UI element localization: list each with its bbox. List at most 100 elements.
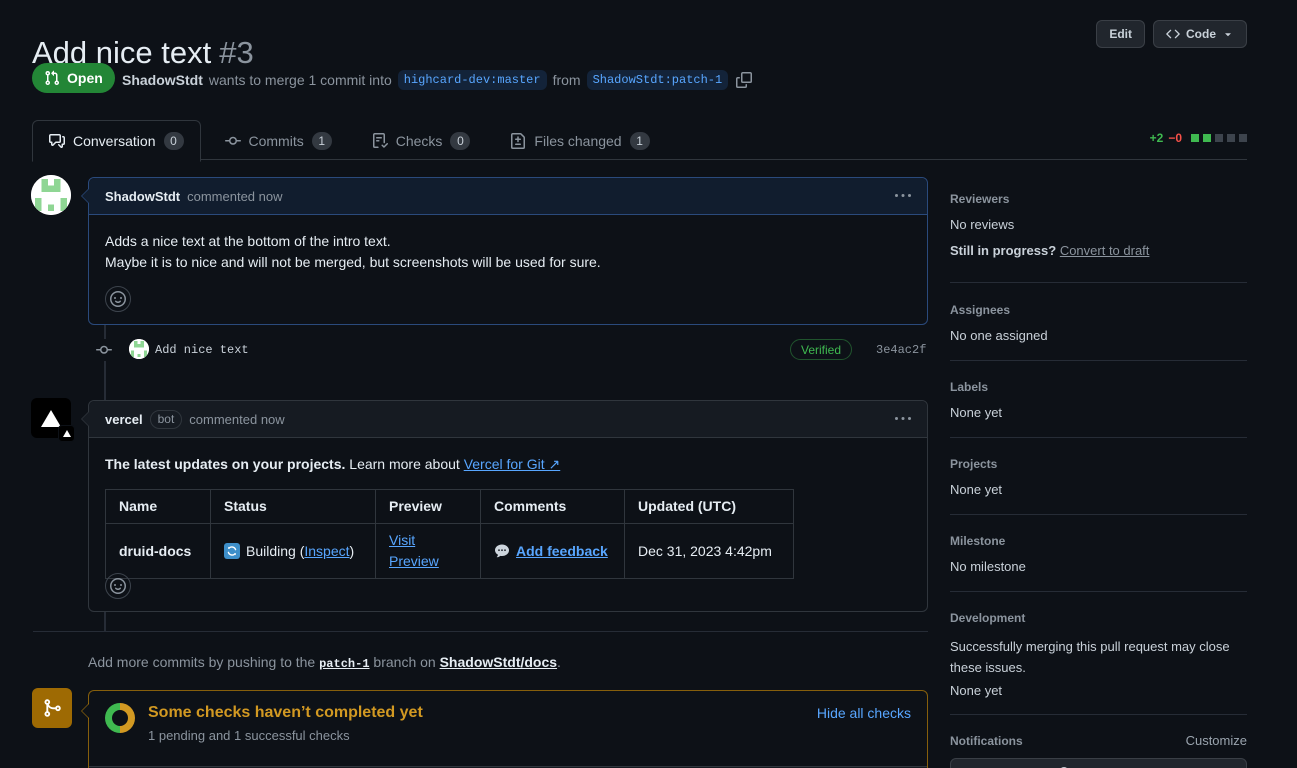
comment-meta: commented now — [187, 189, 282, 204]
vercel-intro-bold: The latest updates on your projects. — [105, 456, 345, 472]
add-feedback-link[interactable]: Add feedback — [516, 541, 608, 562]
tab-files-changed[interactable]: Files changed 1 — [494, 120, 665, 161]
file-diff-icon — [510, 133, 526, 149]
head-branch-label[interactable]: ShadowStdt:patch-1 — [587, 70, 729, 90]
diffstat: +2 −0 — [1150, 131, 1247, 145]
diffstat-block — [1215, 134, 1223, 142]
subscribe-button[interactable]: Subscribe — [950, 758, 1247, 768]
tab-conversation-label: Conversation — [73, 133, 156, 149]
chevron-down-icon — [1222, 28, 1234, 40]
convert-to-draft-row: Still in progress? Convert to draft — [950, 243, 1247, 258]
comment-author[interactable]: ShadowStdt — [105, 189, 180, 204]
timeline-divider — [33, 631, 928, 632]
diffstat-block — [1191, 134, 1199, 142]
avatar[interactable] — [129, 339, 149, 359]
tab-navigation: Conversation 0 Commits 1 Checks 0 Files … — [32, 120, 1247, 160]
still-in-progress-label: Still in progress? — [950, 243, 1056, 258]
sidebar-section-milestone[interactable]: Milestone — [950, 534, 1247, 548]
labels-empty: None yet — [950, 405, 1247, 420]
sidebar-section-reviewers[interactable]: Reviewers — [950, 192, 1247, 206]
diffstat-block — [1239, 134, 1247, 142]
comment-line: Maybe it is to nice and will not be merg… — [105, 252, 911, 273]
header-actions: Edit Code — [1096, 20, 1247, 48]
comment-header: vercel bot commented now — [89, 401, 927, 438]
tab-checks-label: Checks — [396, 133, 443, 149]
git-commit-icon — [96, 339, 112, 361]
comment-header: ShadowStdt commented now — [89, 178, 927, 215]
vercel-bot-badge-icon — [58, 425, 75, 442]
git-pull-request-icon — [44, 70, 60, 86]
visit-preview-link[interactable]: Visit Preview — [389, 532, 439, 569]
comment-vercel: vercel bot commented now The latest upda… — [88, 400, 928, 612]
verified-badge[interactable]: Verified — [790, 339, 852, 360]
byline-from: from — [553, 72, 581, 88]
copy-icon[interactable] — [736, 72, 752, 88]
tab-files-changed-count: 1 — [630, 132, 650, 150]
assignees-empty: No one assigned — [950, 328, 1247, 343]
reviewers-empty: No reviews — [950, 217, 1247, 232]
deployment-preview: Visit Preview — [376, 524, 481, 579]
add-reaction-button[interactable] — [105, 573, 131, 599]
sidebar-section-assignees[interactable]: Assignees — [950, 303, 1247, 317]
building-status-icon — [224, 543, 240, 559]
sidebar-section-projects[interactable]: Projects — [950, 457, 1247, 471]
edit-button[interactable]: Edit — [1096, 20, 1145, 48]
commit-sha[interactable]: 3e4ac2f — [876, 343, 926, 357]
column-header: Status — [211, 490, 376, 524]
sidebar-divider — [950, 514, 1247, 515]
sidebar-divider — [950, 360, 1247, 361]
column-header: Comments — [481, 490, 625, 524]
pr-state-badge: Open — [32, 63, 115, 93]
add-reaction-button[interactable] — [105, 286, 131, 312]
projects-empty: None yet — [950, 482, 1247, 497]
tab-commits[interactable]: Commits 1 — [209, 120, 348, 161]
development-note: Successfully merging this pull request m… — [950, 636, 1247, 678]
pr-state-label: Open — [67, 70, 103, 86]
inspect-link[interactable]: Inspect — [304, 543, 349, 559]
tab-checks[interactable]: Checks 0 — [356, 120, 487, 161]
commit-message[interactable]: Add nice text — [155, 343, 249, 357]
deployment-name: druid-docs — [106, 524, 211, 579]
kebab-menu-icon[interactable] — [895, 188, 911, 204]
avatar[interactable] — [31, 175, 71, 215]
status-text: Building ( — [246, 543, 304, 559]
comment-discussion-icon — [49, 133, 65, 149]
checklist-icon — [372, 133, 388, 149]
repo-link[interactable]: ShadowStdt/docs — [440, 654, 557, 670]
vercel-intro-rest: Learn more about — [345, 456, 463, 472]
tab-conversation[interactable]: Conversation 0 — [32, 120, 201, 162]
comment-body: The latest updates on your projects. Lea… — [89, 438, 927, 595]
push-note-text: Add more commits by pushing to the — [88, 654, 319, 670]
column-header: Name — [106, 490, 211, 524]
diffstat-block — [1203, 134, 1211, 142]
deployments-table: Name Status Preview Comments Updated (UT… — [105, 489, 794, 579]
sidebar-section-labels[interactable]: Labels — [950, 380, 1247, 394]
milestone-empty: No milestone — [950, 559, 1247, 574]
comment-body: Adds a nice text at the bottom of the in… — [89, 215, 927, 289]
branch-link[interactable]: patch-1 — [319, 657, 369, 671]
convert-to-draft-link[interactable]: Convert to draft — [1060, 243, 1150, 258]
vercel-for-git-link[interactable]: Vercel for Git ↗ — [464, 456, 561, 472]
sidebar-divider — [950, 282, 1247, 283]
deployment-comments: Add feedback — [481, 524, 625, 579]
code-button[interactable]: Code — [1153, 20, 1247, 48]
git-commit-icon — [225, 133, 241, 149]
sidebar-divider — [950, 714, 1247, 715]
table-header-row: Name Status Preview Comments Updated (UT… — [106, 490, 794, 524]
comment-author[interactable]: vercel — [105, 412, 143, 427]
checks-donut-chart — [105, 703, 135, 733]
vercel-avatar[interactable] — [31, 398, 71, 438]
comment-line: Adds a nice text at the bottom of the in… — [105, 231, 911, 252]
sidebar-section-notifications: Notifications Customize — [950, 733, 1247, 748]
column-header: Updated (UTC) — [625, 490, 794, 524]
deployment-status: Building (Inspect) — [211, 524, 376, 579]
diffstat-additions: +2 — [1150, 131, 1164, 145]
code-button-label: Code — [1186, 27, 1216, 41]
kebab-menu-icon[interactable] — [895, 411, 911, 427]
byline-author[interactable]: ShadowStdt — [122, 72, 203, 88]
base-branch-label[interactable]: highcard-dev:master — [398, 70, 547, 90]
hide-all-checks-link[interactable]: Hide all checks — [817, 705, 911, 721]
customize-link[interactable]: Customize — [1186, 733, 1247, 748]
timeline-line — [104, 325, 106, 400]
checks-summary: Some checks haven’t completed yet 1 pend… — [88, 690, 928, 768]
